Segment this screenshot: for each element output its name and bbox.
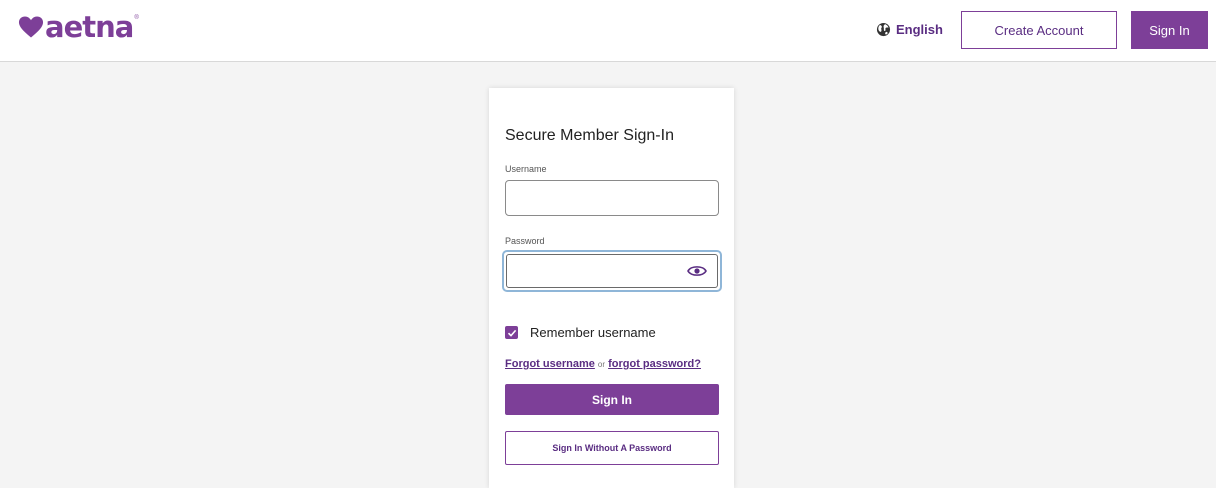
aetna-logo[interactable]: aetna ® (18, 12, 139, 42)
forgot-username-link[interactable]: Forgot username (505, 358, 595, 370)
username-input[interactable] (505, 180, 719, 216)
password-field-focus-ring (502, 250, 722, 292)
registered-mark: ® (134, 15, 139, 21)
checkmark-icon (507, 329, 516, 337)
language-label: English (896, 22, 943, 37)
sign-in-without-password-button[interactable]: Sign In Without A Password (505, 431, 719, 465)
globe-icon (876, 22, 891, 37)
password-label: Password (505, 236, 545, 246)
sign-in-card: Secure Member Sign-In Username Password … (489, 88, 734, 488)
forgot-password-link[interactable]: forgot password? (608, 358, 701, 370)
logo-wordmark: aetna (45, 10, 134, 44)
checkbox-box[interactable] (505, 326, 518, 339)
heart-icon (18, 16, 44, 38)
eye-icon[interactable] (687, 264, 707, 278)
create-account-button[interactable]: Create Account (961, 11, 1117, 49)
forgot-links: Forgot username or forgot password? (505, 356, 705, 373)
remember-username-label: Remember username (530, 325, 656, 340)
page-title: Secure Member Sign-In (505, 127, 674, 144)
remember-username-checkbox[interactable]: Remember username (505, 325, 656, 340)
username-label: Username (505, 164, 547, 174)
language-selector[interactable]: English (876, 22, 943, 37)
header-sign-in-button[interactable]: Sign In (1131, 11, 1208, 49)
site-header: aetna ® English Create Account Sign In (0, 0, 1216, 62)
sign-in-button[interactable]: Sign In (505, 384, 719, 415)
or-separator: or (597, 360, 606, 369)
